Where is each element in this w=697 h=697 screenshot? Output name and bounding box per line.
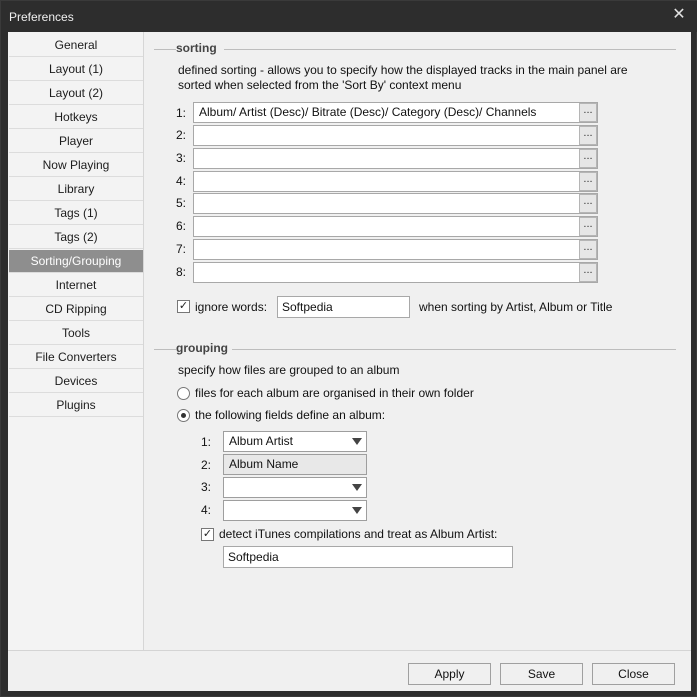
chevron-down-icon[interactable] (348, 501, 366, 520)
grouping-option-fields-label: the following fields define an album: (195, 408, 386, 422)
group-field-1-value: Album Artist (229, 434, 294, 448)
sidebar-item-layout-1[interactable]: Layout (1) (9, 58, 143, 81)
ignore-words-input[interactable]: Softpedia (277, 296, 410, 318)
grouping-option-own-folder-radio[interactable] (177, 387, 190, 400)
ignore-words-suffix: when sorting by Artist, Album or Title (419, 300, 613, 314)
sorting-description-line2: sorted when selected from the 'Sort By' … (178, 78, 462, 92)
title-bar: Preferences ✕ (1, 1, 697, 32)
group-field-4-dropdown[interactable] (223, 500, 367, 521)
group-field-number: 1: (200, 435, 211, 449)
sort-field-4-browse-button[interactable]: ... (579, 172, 597, 191)
grouping-option-own-folder-label: files for each album are organised in th… (195, 386, 474, 400)
section-divider (232, 349, 676, 350)
itunes-compilations-input[interactable]: Softpedia (223, 546, 513, 568)
chevron-down-icon[interactable] (348, 478, 366, 497)
sort-field-7[interactable] (193, 239, 598, 260)
sort-field-2-browse-button[interactable]: ... (579, 126, 597, 145)
section-divider (154, 49, 176, 50)
sidebar-item-tags-1[interactable]: Tags (1) (9, 202, 143, 225)
grouping-description: specify how files are grouped to an albu… (178, 363, 400, 377)
sort-field-3[interactable] (193, 148, 598, 169)
group-field-2-dropdown: Album Name (223, 454, 367, 475)
group-field-1-dropdown[interactable]: Album Artist (223, 431, 367, 452)
sort-row-number: 7: (175, 242, 186, 256)
group-field-3-dropdown[interactable] (223, 477, 367, 498)
close-button[interactable]: Close (592, 663, 675, 685)
sidebar-item-general[interactable]: General (9, 34, 143, 57)
sort-field-8-browse-button[interactable]: ... (579, 263, 597, 282)
sort-field-2[interactable] (193, 125, 598, 146)
content-panel: sorting defined sorting - allows you to … (144, 32, 691, 650)
save-button[interactable]: Save (500, 663, 583, 685)
sidebar-item-now-playing[interactable]: Now Playing (9, 154, 143, 177)
chevron-down-icon[interactable] (348, 432, 366, 451)
sort-row-number: 8: (175, 265, 186, 279)
sort-field-6-browse-button[interactable]: ... (579, 217, 597, 236)
sidebar-item-tools[interactable]: Tools (9, 322, 143, 345)
section-divider (154, 349, 176, 350)
itunes-compilations-checkbox[interactable]: ✓ (201, 528, 214, 541)
section-divider (224, 49, 676, 50)
sort-field-5-browse-button[interactable]: ... (579, 194, 597, 213)
sidebar-item-plugins[interactable]: Plugins (9, 394, 143, 417)
apply-button[interactable]: Apply (408, 663, 491, 685)
sorting-section-title: sorting (176, 41, 217, 55)
sort-row-number: 2: (175, 128, 186, 142)
grouping-section-title: grouping (176, 341, 228, 355)
sort-row-number: 5: (175, 196, 186, 210)
sort-row-number: 6: (175, 219, 186, 233)
sort-field-1-browse-button[interactable]: ... (579, 103, 597, 122)
sort-field-5[interactable] (193, 193, 598, 214)
sort-row-number: 4: (175, 174, 186, 188)
sidebar-item-cd-ripping[interactable]: CD Ripping (9, 298, 143, 321)
itunes-compilations-label: detect iTunes compilations and treat as … (219, 527, 498, 541)
sidebar-item-sorting-grouping[interactable]: Sorting/Grouping (9, 250, 143, 273)
sidebar-item-devices[interactable]: Devices (9, 370, 143, 393)
group-field-number: 4: (200, 503, 211, 517)
sidebar-item-hotkeys[interactable]: Hotkeys (9, 106, 143, 129)
window-title: Preferences (9, 10, 74, 24)
sort-row-number: 3: (175, 151, 186, 165)
ignore-words-checkbox[interactable]: ✓ (177, 300, 190, 313)
sidebar-item-file-converters[interactable]: File Converters (9, 346, 143, 369)
close-icon[interactable]: ✕ (670, 6, 688, 24)
sidebar-item-tags-2[interactable]: Tags (2) (9, 226, 143, 249)
sidebar-item-library[interactable]: Library (9, 178, 143, 201)
sort-row-number: 1: (175, 106, 186, 120)
dialog-footer: Apply Save Close (8, 650, 691, 691)
group-field-2-value: Album Name (229, 457, 299, 471)
group-field-number: 2: (200, 458, 211, 472)
sidebar-item-internet[interactable]: Internet (9, 274, 143, 297)
sidebar-item-player[interactable]: Player (9, 130, 143, 153)
ignore-words-label: ignore words: (195, 300, 268, 314)
grouping-option-fields-radio[interactable] (177, 409, 190, 422)
sorting-description-line1: defined sorting - allows you to specify … (178, 63, 628, 77)
group-field-number: 3: (200, 480, 211, 494)
sort-field-8[interactable] (193, 262, 598, 283)
sort-field-3-browse-button[interactable]: ... (579, 149, 597, 168)
sort-field-4[interactable] (193, 171, 598, 192)
sidebar-item-layout-2[interactable]: Layout (2) (9, 82, 143, 105)
sort-field-1[interactable]: Album/ Artist (Desc)/ Bitrate (Desc)/ Ca… (193, 102, 598, 123)
sort-field-7-browse-button[interactable]: ... (579, 240, 597, 259)
preferences-window: Preferences ✕ General Layout (1) Layout … (0, 0, 697, 697)
sidebar: General Layout (1) Layout (2) Hotkeys Pl… (8, 32, 144, 650)
sort-field-6[interactable] (193, 216, 598, 237)
